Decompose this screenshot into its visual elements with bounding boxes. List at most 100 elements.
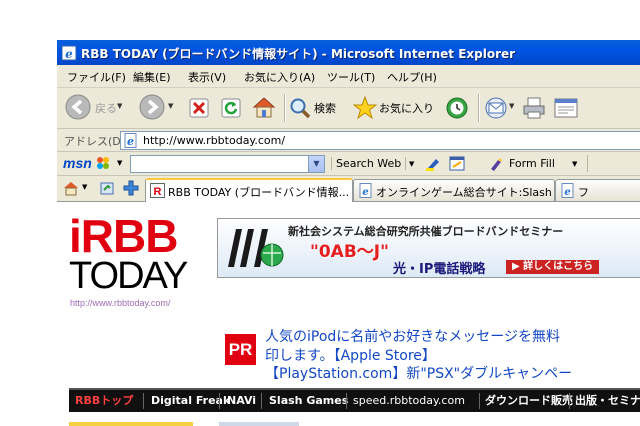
nav-slash-games[interactable]: Slash Games <box>269 390 348 412</box>
tab-third[interactable]: e フ <box>555 179 640 201</box>
content-below-fold <box>69 422 640 426</box>
chevron-down-icon[interactable]: ▼ <box>308 156 324 172</box>
tab-label: フ <box>578 186 589 199</box>
page-icon: e <box>561 183 574 198</box>
nav-separator <box>479 393 480 409</box>
logo-url: http://www.rbbtoday.com/ <box>70 298 171 308</box>
document-edit-icon <box>554 98 578 118</box>
msn-logo[interactable]: msn <box>63 155 92 171</box>
banner-details-button[interactable]: ▶ 詳しくはこちら <box>506 260 600 274</box>
forward-arrow-icon <box>139 94 165 120</box>
menu-favorites[interactable]: お気に入り(A) <box>244 69 315 85</box>
menu-view[interactable]: 表示(V) <box>188 69 226 85</box>
pr-badge: PR <box>225 334 256 365</box>
chevron-down-icon[interactable]: ▼ <box>168 102 173 110</box>
svg-text:R: R <box>154 186 162 198</box>
browser-window: e RBB TODAY (ブロードバンド情報サイト) - Microsoft I… <box>57 40 640 426</box>
pop-up-blocker-icon[interactable] <box>449 156 465 171</box>
today-logo[interactable]: TODAY <box>69 257 188 295</box>
nav-speed-rbbtoday[interactable]: speed.rbbtoday.com <box>353 390 465 412</box>
mail-button[interactable]: ▼ <box>484 88 516 128</box>
menu-file[interactable]: ファイル(F) <box>67 69 126 85</box>
back-label: 戻る <box>95 102 117 115</box>
stop-button[interactable] <box>187 88 211 128</box>
star-icon <box>353 96 377 120</box>
tab-label: オンラインゲーム総合サイト:Slash ... <box>376 186 555 199</box>
search-web-button[interactable]: Search Web <box>331 157 407 170</box>
page-content: iRBB TODAY http://www.rbbtoday.com/ 新社会シ… <box>57 202 640 426</box>
ssk-logo-icon <box>228 229 284 267</box>
nav-rbb-top[interactable]: RBBトップ <box>75 390 133 412</box>
highlighter-icon[interactable] <box>425 156 441 171</box>
nav-download-store[interactable]: ダウンロード販売 <box>485 390 573 412</box>
nav-publishing-seminar[interactable]: 出版・セミナー <box>575 390 640 412</box>
chevron-down-icon[interactable]: ▼ <box>117 102 122 110</box>
content-panel-edge <box>219 422 299 426</box>
window-title: RBB TODAY (ブロードバンド情報サイト) - Microsoft Int… <box>81 47 516 61</box>
favorites-button[interactable]: お気に入り <box>353 88 435 128</box>
nav-separator <box>261 393 262 409</box>
stop-icon <box>189 98 209 118</box>
page-icon: e <box>359 183 372 198</box>
banner-line2: "0AB〜J" <box>310 242 389 262</box>
rbb-favicon-icon: R <box>150 183 165 198</box>
chevron-down-icon[interactable]: ▼ <box>82 183 87 191</box>
address-input[interactable]: e http://www.rbbtoday.com/ <box>120 131 640 150</box>
address-label: アドレス(D) <box>64 135 126 148</box>
home-button[interactable] <box>251 88 277 128</box>
tab-list-icon[interactable] <box>99 180 115 196</box>
search-label: 検索 <box>314 102 336 115</box>
forward-button[interactable]: ▼ <box>139 88 177 128</box>
menu-help[interactable]: ヘルプ(H) <box>387 69 437 85</box>
edit-button[interactable] <box>553 88 579 128</box>
tab-bar: ▼ R RBB TODAY (ブロードバンド情報... e オンラインゲーム総合… <box>57 176 640 203</box>
quick-tabs-icon[interactable] <box>63 180 79 196</box>
refresh-icon <box>221 98 241 118</box>
banner-line3: 光・IP電話戦略 <box>393 262 486 277</box>
chevron-down-icon[interactable]: ▼ <box>409 160 414 168</box>
svg-text:e: e <box>127 135 134 148</box>
back-button[interactable]: 戻る ▼ <box>65 88 125 128</box>
pr-link-ipod[interactable]: 人気のiPodに名前やお好きなメッセージを無料 <box>265 326 560 346</box>
ie-icon: e <box>61 45 77 61</box>
toolbar-separator <box>284 94 285 122</box>
history-icon <box>446 97 468 119</box>
site-nav: RBBトップ Digital Freak NAVi Slash Games sp… <box>69 388 640 412</box>
toolbar-separator <box>478 94 479 122</box>
chevron-down-icon[interactable]: ▼ <box>572 160 577 168</box>
seminar-banner[interactable]: 新社会システム総合研究所共催ブロードバンドセミナー "0AB〜J" 光・IP電話… <box>217 218 640 278</box>
favorites-label: お気に入り <box>379 102 434 115</box>
refresh-button[interactable] <box>219 88 243 128</box>
pr-link-playstation[interactable]: 【PlayStation.com】新"PSX"ダブルキャンペー <box>265 363 572 383</box>
printer-icon <box>523 97 545 119</box>
tab-slashgames[interactable]: e オンラインゲーム総合サイト:Slash ... <box>353 179 555 201</box>
pr-link-apple-store[interactable]: 印します。【Apple Store】 <box>265 345 436 365</box>
history-button[interactable] <box>443 88 471 128</box>
toolbar-separator <box>587 155 588 172</box>
chevron-down-icon[interactable]: ▼ <box>509 102 514 110</box>
standard-toolbar: 戻る ▼ ▼ 検索 お気に入り ▼ <box>57 88 640 129</box>
menu-tools[interactable]: ツール(T) <box>327 69 375 85</box>
svg-text:e: e <box>65 47 73 61</box>
title-bar: e RBB TODAY (ブロードバンド情報サイト) - Microsoft I… <box>57 40 640 65</box>
new-tab-plus-icon[interactable] <box>123 180 139 196</box>
mail-icon <box>485 97 507 119</box>
print-button[interactable] <box>521 88 547 128</box>
tab-rbbtoday[interactable]: R RBB TODAY (ブロードバンド情報... <box>145 178 353 203</box>
svg-text:e: e <box>362 187 368 198</box>
nav-navi[interactable]: NAVi <box>227 390 256 412</box>
menu-bar: ファイル(F) 編集(E) 表示(V) お気に入り(A) ツール(T) ヘルプ(… <box>57 65 640 88</box>
search-button[interactable]: 検索 <box>289 88 345 128</box>
home-icon <box>252 97 276 118</box>
msn-toolbar: msn ▼ ▼ Search Web ▼ Form Fill ▼ <box>57 152 640 176</box>
msn-search-input[interactable]: ▼ <box>130 155 325 173</box>
svg-text:e: e <box>564 187 570 198</box>
menu-edit[interactable]: 編集(E) <box>133 69 171 85</box>
chevron-down-icon[interactable]: ▼ <box>117 159 122 167</box>
rbb-logo[interactable]: iRBB <box>69 213 178 259</box>
form-fill-button[interactable]: Form Fill <box>509 157 555 170</box>
tab-label: RBB TODAY (ブロードバンド情報... <box>168 186 350 199</box>
address-url: http://www.rbbtoday.com/ <box>143 134 286 147</box>
nav-separator <box>219 393 220 409</box>
nav-separator <box>569 393 570 409</box>
